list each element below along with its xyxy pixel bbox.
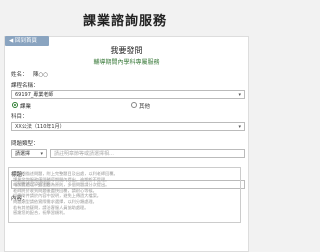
radio-course-label: 課業: [20, 104, 32, 110]
question-type-detail-input[interactable]: 請註明章節等或請選擇相…: [50, 149, 245, 158]
chevron-down-icon: ▾: [238, 124, 241, 130]
question-type-label: 問題類型：: [11, 141, 39, 147]
radio-course[interactable]: [12, 102, 18, 108]
subject-select[interactable]: XX公法（110年1月） ▾: [11, 122, 245, 131]
question-type-detail-placeholder: 請註明章節等或請選擇相…: [54, 151, 115, 157]
name-value: 陳○○: [33, 72, 49, 78]
question-type-select-value: 請選擇: [15, 151, 31, 157]
card-title: 我要發問: [110, 46, 143, 55]
subject-label: 科目：: [11, 114, 28, 120]
class-select-value: 69197_專業老師: [15, 92, 54, 98]
page-title: 課業諮詢服務: [82, 14, 167, 29]
notes-line: 感謝您的配合，祝學習順利。: [13, 210, 68, 216]
radio-other[interactable]: [131, 102, 137, 108]
class-label: 課程名稱：: [11, 83, 39, 89]
card-subtitle: 輔導期間內學科專屬服務: [93, 59, 160, 66]
question-type-select[interactable]: 請選擇 ▾: [11, 149, 47, 158]
class-select[interactable]: 69197_專業老師 ▾: [11, 90, 245, 99]
radio-other-label: 其他: [139, 104, 151, 110]
name-label: 姓名：: [11, 72, 28, 78]
back-to-home-button[interactable]: ◀ 回到首頁: [5, 36, 49, 46]
content-textarea[interactable]: 請詳細描述問題，附上完整題目及出處，以利老師回覆。 課業諮詢服務僅限輔導期間內提…: [8, 167, 241, 223]
subject-select-value: XX公法（110年1月）: [15, 124, 65, 130]
chevron-down-icon: ▾: [40, 151, 43, 157]
chevron-down-icon: ▾: [238, 92, 241, 98]
